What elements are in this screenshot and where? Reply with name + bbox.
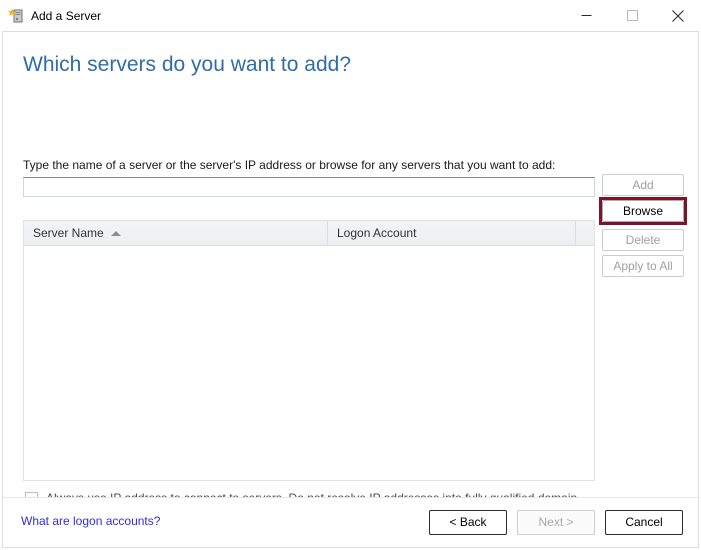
side-button-stack: Add Browse Delete Apply to All <box>599 174 687 281</box>
maximize-icon[interactable] <box>609 0 655 31</box>
add-a-server-window: Add a Server Which servers do you want t… <box>0 0 701 550</box>
servers-list-view[interactable]: Server Name Logon Account <box>23 220 595 481</box>
sort-ascending-icon <box>110 230 121 236</box>
instruction-text: Type the name of a server or the server'… <box>23 158 556 172</box>
column-header-logon-account[interactable]: Logon Account <box>328 221 576 245</box>
next-button[interactable]: Next > <box>517 510 595 535</box>
delete-button-wrap: Delete <box>602 229 684 251</box>
window-controls <box>563 0 701 31</box>
apply-to-all-button-wrap: Apply to All <box>602 255 684 277</box>
add-server-icon <box>8 8 24 24</box>
window-title: Add a Server <box>31 8 102 23</box>
wizard-footer: What are logon accounts? < Back Next > C… <box>3 497 698 547</box>
close-icon[interactable] <box>655 0 701 31</box>
column-header-filler <box>576 221 594 245</box>
cancel-button[interactable]: Cancel <box>605 510 683 535</box>
list-header-row: Server Name Logon Account <box>24 221 594 246</box>
column-header-logon-account-label: Logon Account <box>337 226 417 240</box>
delete-button[interactable]: Delete <box>602 229 684 251</box>
apply-to-all-button[interactable]: Apply to All <box>602 255 684 277</box>
column-header-server-name-label: Server Name <box>33 226 104 240</box>
add-button[interactable]: Add <box>602 174 684 196</box>
wizard-content: Type the name of a server or the server'… <box>3 78 698 522</box>
title-bar: Add a Server <box>0 0 701 31</box>
browse-button-wrap: Browse <box>599 197 687 225</box>
add-button-wrap: Add <box>602 174 684 196</box>
wizard-panel: Which servers do you want to add? Type t… <box>2 31 699 548</box>
footer-button-group: < Back Next > Cancel <box>429 510 683 535</box>
server-name-input[interactable] <box>23 177 595 197</box>
column-header-server-name[interactable]: Server Name <box>24 221 328 245</box>
list-body-empty[interactable] <box>24 246 594 480</box>
browse-button[interactable]: Browse <box>602 200 684 222</box>
back-button[interactable]: < Back <box>429 510 507 535</box>
minimize-icon[interactable] <box>563 0 609 31</box>
page-title: Which servers do you want to add? <box>23 53 352 76</box>
logon-accounts-help-link[interactable]: What are logon accounts? <box>21 514 160 528</box>
